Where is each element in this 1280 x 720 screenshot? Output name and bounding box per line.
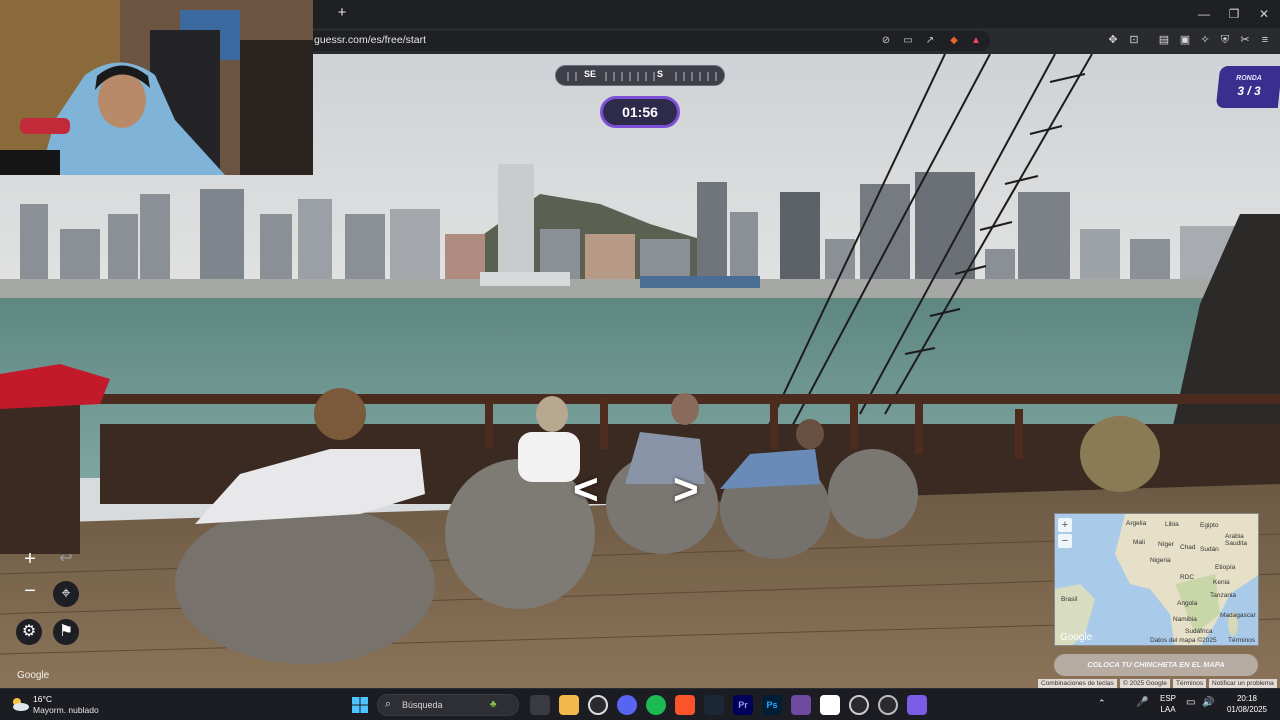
leo-ai-icon[interactable]: ✧ bbox=[1198, 33, 1212, 47]
streamer-webcam-image bbox=[0, 0, 313, 175]
compass-bar: SE S bbox=[555, 65, 725, 86]
map-label: Angola bbox=[1177, 600, 1198, 607]
map-label: Madagascar bbox=[1220, 612, 1256, 619]
task-view-icon[interactable] bbox=[530, 695, 550, 715]
new-tab-button[interactable]: + bbox=[334, 5, 350, 21]
copyright-text: © 2025 Google bbox=[1120, 679, 1170, 688]
settings-app-icon[interactable] bbox=[878, 695, 898, 715]
premiere-icon[interactable]: Pr bbox=[733, 695, 753, 715]
weather-desc[interactable]: Mayorm. nublado bbox=[33, 705, 99, 715]
map-label: Brasil bbox=[1061, 596, 1078, 603]
minimap-google-logo: Google bbox=[1060, 632, 1093, 643]
report-problem-link[interactable]: Notificar un problema bbox=[1209, 679, 1277, 688]
nav-arrow-left[interactable]: < bbox=[573, 468, 599, 512]
minimize-icon[interactable]: — bbox=[1196, 6, 1212, 22]
brave-rewards-icon[interactable]: ▲ bbox=[970, 35, 982, 47]
map-label: Sudáfrica bbox=[1185, 628, 1213, 635]
map-label: Egipto bbox=[1200, 522, 1219, 529]
taskbar-search[interactable]: ⌕ Búsqueda ♣ bbox=[377, 694, 519, 716]
tracking-off-icon[interactable]: ⊘ bbox=[880, 35, 892, 47]
search-highlight-icon: ♣ bbox=[490, 699, 497, 710]
discord-icon[interactable] bbox=[617, 695, 637, 715]
map-label: Namibia bbox=[1173, 616, 1197, 623]
share-icon[interactable]: ↗ bbox=[924, 35, 936, 47]
spotify-icon[interactable] bbox=[646, 695, 666, 715]
vpn-icon[interactable]: ⛨ bbox=[1218, 33, 1232, 47]
obs-icon[interactable] bbox=[849, 695, 869, 715]
return-to-start-icon[interactable]: ⌖ bbox=[53, 581, 79, 607]
clock-time[interactable]: 20:18 bbox=[1222, 694, 1272, 703]
map-label: Arabia Saudita bbox=[1225, 533, 1248, 547]
wallet-icon[interactable]: ▣ bbox=[1178, 33, 1192, 47]
volume-icon[interactable]: 🔊 bbox=[1202, 697, 1214, 708]
weather-temp[interactable]: 16°C bbox=[33, 694, 52, 704]
file-explorer-icon[interactable] bbox=[559, 695, 579, 715]
compass-label-se: SE bbox=[584, 69, 597, 79]
terms-link[interactable]: Términos bbox=[1173, 679, 1207, 688]
restore-icon[interactable]: ❐ bbox=[1226, 6, 1242, 22]
map-label: Argelia bbox=[1126, 520, 1147, 527]
map-label: Etiopía bbox=[1215, 564, 1236, 571]
search-icon: ⌕ bbox=[385, 698, 392, 710]
minimap-footer-data: Datos del mapa ©2025 bbox=[1150, 637, 1217, 644]
google-logo: Google bbox=[17, 670, 50, 681]
cast-icon[interactable]: ▭ bbox=[902, 35, 914, 47]
windows-taskbar: 16°C Mayorm. nublado ⌕ Búsqueda ♣ Pr Ps … bbox=[0, 688, 1280, 720]
menu-icon[interactable]: ≡ bbox=[1258, 33, 1272, 47]
map-label: Chad bbox=[1180, 544, 1196, 551]
settings-icon[interactable]: ⚙ bbox=[16, 619, 42, 645]
minimap-zoom-out[interactable]: − bbox=[1058, 534, 1072, 548]
undo-move-button[interactable]: ↩ bbox=[53, 546, 79, 572]
microphone-icon[interactable]: 🎤 bbox=[1136, 697, 1148, 708]
windows-start-icon[interactable] bbox=[350, 695, 370, 715]
map-label: Nigeria bbox=[1150, 557, 1171, 564]
map-label: RDC bbox=[1180, 574, 1195, 581]
map-label: Kenia bbox=[1213, 579, 1230, 586]
url-text: guessr.com/es/free/start bbox=[314, 34, 427, 46]
round-label: RONDA bbox=[1236, 75, 1262, 82]
language-indicator[interactable]: ESP bbox=[1158, 694, 1178, 703]
weather-cloud-icon bbox=[13, 698, 29, 711]
minimap-footer-terms[interactable]: Términos bbox=[1228, 637, 1255, 644]
brave-shield-icon[interactable]: ◆ bbox=[948, 35, 960, 47]
extensions-icon[interactable]: ✥ bbox=[1106, 33, 1120, 47]
map-label: Sudán bbox=[1200, 546, 1219, 553]
zoom-in-button[interactable]: + bbox=[17, 546, 43, 572]
tools-icon[interactable]: ✂ bbox=[1238, 33, 1252, 47]
github-icon[interactable] bbox=[588, 695, 608, 715]
clock-date[interactable]: 01/08/2025 bbox=[1222, 705, 1272, 714]
map-label: Libia bbox=[1165, 521, 1179, 528]
webcam-overlay bbox=[0, 0, 313, 175]
screenshot-icon[interactable]: ⊡ bbox=[1127, 33, 1141, 47]
geoguessr-icon[interactable] bbox=[907, 695, 927, 715]
capcut-icon[interactable] bbox=[820, 695, 840, 715]
zoom-out-button[interactable]: − bbox=[17, 578, 43, 604]
screen: + — ❐ ✕ guessr.com/es/free/start ⊘ ▭ ↗ ◆… bbox=[0, 0, 1280, 720]
round-value: 3 / 3 bbox=[1237, 84, 1261, 98]
keyboard-shortcuts-link[interactable]: Combinaciones de teclas bbox=[1038, 679, 1117, 688]
map-label: Níger bbox=[1158, 541, 1174, 548]
steam-icon[interactable] bbox=[704, 695, 724, 715]
place-pin-button[interactable]: COLOCA TU CHINCHETA EN EL MAPA bbox=[1054, 654, 1258, 676]
compass-label-s: S bbox=[657, 69, 664, 79]
brave-browser-icon[interactable] bbox=[675, 695, 695, 715]
tray-chevron-icon[interactable]: ⌃ bbox=[1098, 698, 1106, 709]
network-icon[interactable]: ▭ bbox=[1186, 697, 1195, 708]
minimap-zoom-in[interactable]: + bbox=[1058, 518, 1072, 532]
language-sub-indicator[interactable]: LAA bbox=[1158, 705, 1178, 714]
search-placeholder: Búsqueda bbox=[402, 700, 443, 710]
close-icon[interactable]: ✕ bbox=[1256, 6, 1272, 22]
map-label: Mali bbox=[1133, 539, 1145, 546]
map-label: Tanzania bbox=[1210, 592, 1237, 599]
round-timer: 01:56 bbox=[600, 96, 680, 128]
photoshop-icon[interactable]: Ps bbox=[762, 695, 782, 715]
sidebar-icon[interactable]: ▤ bbox=[1157, 33, 1171, 47]
twitch-icon[interactable] bbox=[791, 695, 811, 715]
guess-minimap[interactable]: Argelia Libia Egipto Arabia Saudita Mali… bbox=[1054, 513, 1259, 646]
address-bar[interactable]: guessr.com/es/free/start ⊘ ▭ ↗ ◆ ▲ bbox=[300, 31, 990, 51]
flag-icon[interactable]: ⚑ bbox=[53, 619, 79, 645]
nav-arrow-right[interactable]: > bbox=[673, 468, 699, 512]
